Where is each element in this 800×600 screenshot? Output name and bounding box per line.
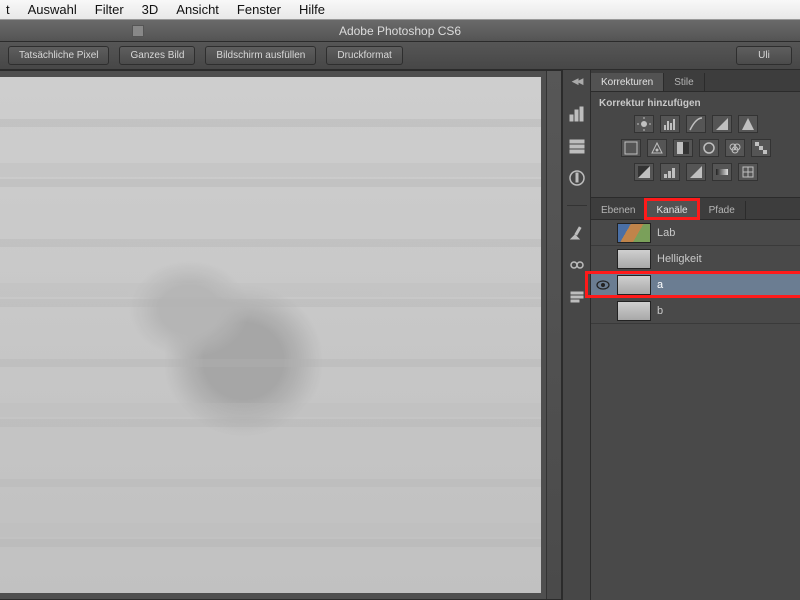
- tab-pfade[interactable]: Pfade: [699, 201, 746, 219]
- channel-mixer-icon[interactable]: [725, 139, 745, 157]
- print-size-button[interactable]: Druckformat: [326, 46, 402, 65]
- actual-pixels-button[interactable]: Tatsächliche Pixel: [8, 46, 109, 65]
- app-titlebar: Adobe Photoshop CS6: [0, 20, 800, 42]
- options-bar: Tatsächliche Pixel Ganzes Bild Bildschir…: [0, 42, 800, 70]
- panels-column: Korrekturen Stile Korrektur hinzufügen: [590, 70, 800, 600]
- channel-label: a: [657, 279, 663, 291]
- histogram-icon[interactable]: [568, 105, 586, 123]
- curves-icon[interactable]: [686, 115, 706, 133]
- invert-icon[interactable]: [634, 163, 654, 181]
- channel-label: b: [657, 305, 663, 317]
- photo-filter-icon[interactable]: [699, 139, 719, 157]
- document-canvas[interactable]: [0, 70, 562, 600]
- hue-sat-icon[interactable]: [621, 139, 641, 157]
- fill-screen-button[interactable]: Bildschirm ausfüllen: [205, 46, 316, 65]
- channel-label: Helligkeit: [657, 253, 702, 265]
- posterize-icon[interactable]: [660, 163, 680, 181]
- tab-kanaele[interactable]: Kanäle: [646, 201, 698, 219]
- adjustments-icon[interactable]: [568, 137, 586, 155]
- menu-item[interactable]: Ansicht: [176, 2, 219, 17]
- corrections-heading: Korrektur hinzufügen: [599, 98, 792, 109]
- info-icon[interactable]: [568, 169, 586, 187]
- threshold-icon[interactable]: [686, 163, 706, 181]
- eye-icon: [596, 280, 610, 290]
- mac-menubar: t Auswahl Filter 3D Ansicht Fenster Hilf…: [0, 0, 800, 20]
- tab-korrekturen[interactable]: Korrekturen: [591, 73, 664, 91]
- color-lookup-icon[interactable]: [751, 139, 771, 157]
- image-preview: [0, 77, 541, 593]
- brush-icon[interactable]: [568, 224, 586, 242]
- tab-ebenen[interactable]: Ebenen: [591, 201, 646, 219]
- channel-row-b[interactable]: b: [591, 298, 800, 324]
- menu-item[interactable]: 3D: [142, 2, 159, 17]
- channel-thumbnail: [617, 301, 651, 321]
- color-balance-icon[interactable]: [647, 139, 667, 157]
- channel-row-lab[interactable]: Lab: [591, 220, 800, 246]
- visibility-toggle[interactable]: [595, 225, 611, 241]
- menu-item[interactable]: Hilfe: [299, 2, 325, 17]
- tab-stile[interactable]: Stile: [664, 73, 704, 91]
- menu-item[interactable]: Fenster: [237, 2, 281, 17]
- channel-label: Lab: [657, 227, 675, 239]
- menu-item[interactable]: t: [6, 2, 10, 17]
- brightness-contrast-icon[interactable]: [634, 115, 654, 133]
- channel-row-helligkeit[interactable]: Helligkeit: [591, 246, 800, 272]
- workspace-switcher[interactable]: Uli: [736, 46, 792, 65]
- menu-item[interactable]: Filter: [95, 2, 124, 17]
- visibility-toggle[interactable]: [595, 303, 611, 319]
- fit-screen-button[interactable]: Ganzes Bild: [119, 46, 195, 65]
- channel-thumbnail: [617, 223, 651, 243]
- exposure-icon[interactable]: [712, 115, 732, 133]
- menu-item[interactable]: Auswahl: [28, 2, 77, 17]
- document-icon: [132, 25, 144, 37]
- visibility-toggle[interactable]: [595, 251, 611, 267]
- selective-color-icon[interactable]: [738, 163, 758, 181]
- corrections-panel: Korrektur hinzufügen: [591, 92, 800, 198]
- channel-thumbnail: [617, 275, 651, 295]
- clone-source-icon[interactable]: [568, 256, 586, 274]
- visibility-toggle[interactable]: [595, 277, 611, 293]
- channel-thumbnail: [617, 249, 651, 269]
- channels-panel-tabs: Ebenen Kanäle Pfade: [591, 198, 800, 220]
- paragraph-icon[interactable]: [568, 288, 586, 306]
- black-white-icon[interactable]: [673, 139, 693, 157]
- gradient-map-icon[interactable]: [712, 163, 732, 181]
- collapse-handle-icon[interactable]: ◀◀: [572, 76, 582, 87]
- corrections-panel-tabs: Korrekturen Stile: [591, 70, 800, 92]
- collapsed-panel-strip: ◀◀: [562, 70, 590, 600]
- app-title: Adobe Photoshop CS6: [339, 24, 461, 38]
- levels-icon[interactable]: [660, 115, 680, 133]
- channel-row-a[interactable]: a: [591, 272, 800, 298]
- channels-panel: Lab Helligkeit a b: [591, 220, 800, 600]
- vibrance-icon[interactable]: [738, 115, 758, 133]
